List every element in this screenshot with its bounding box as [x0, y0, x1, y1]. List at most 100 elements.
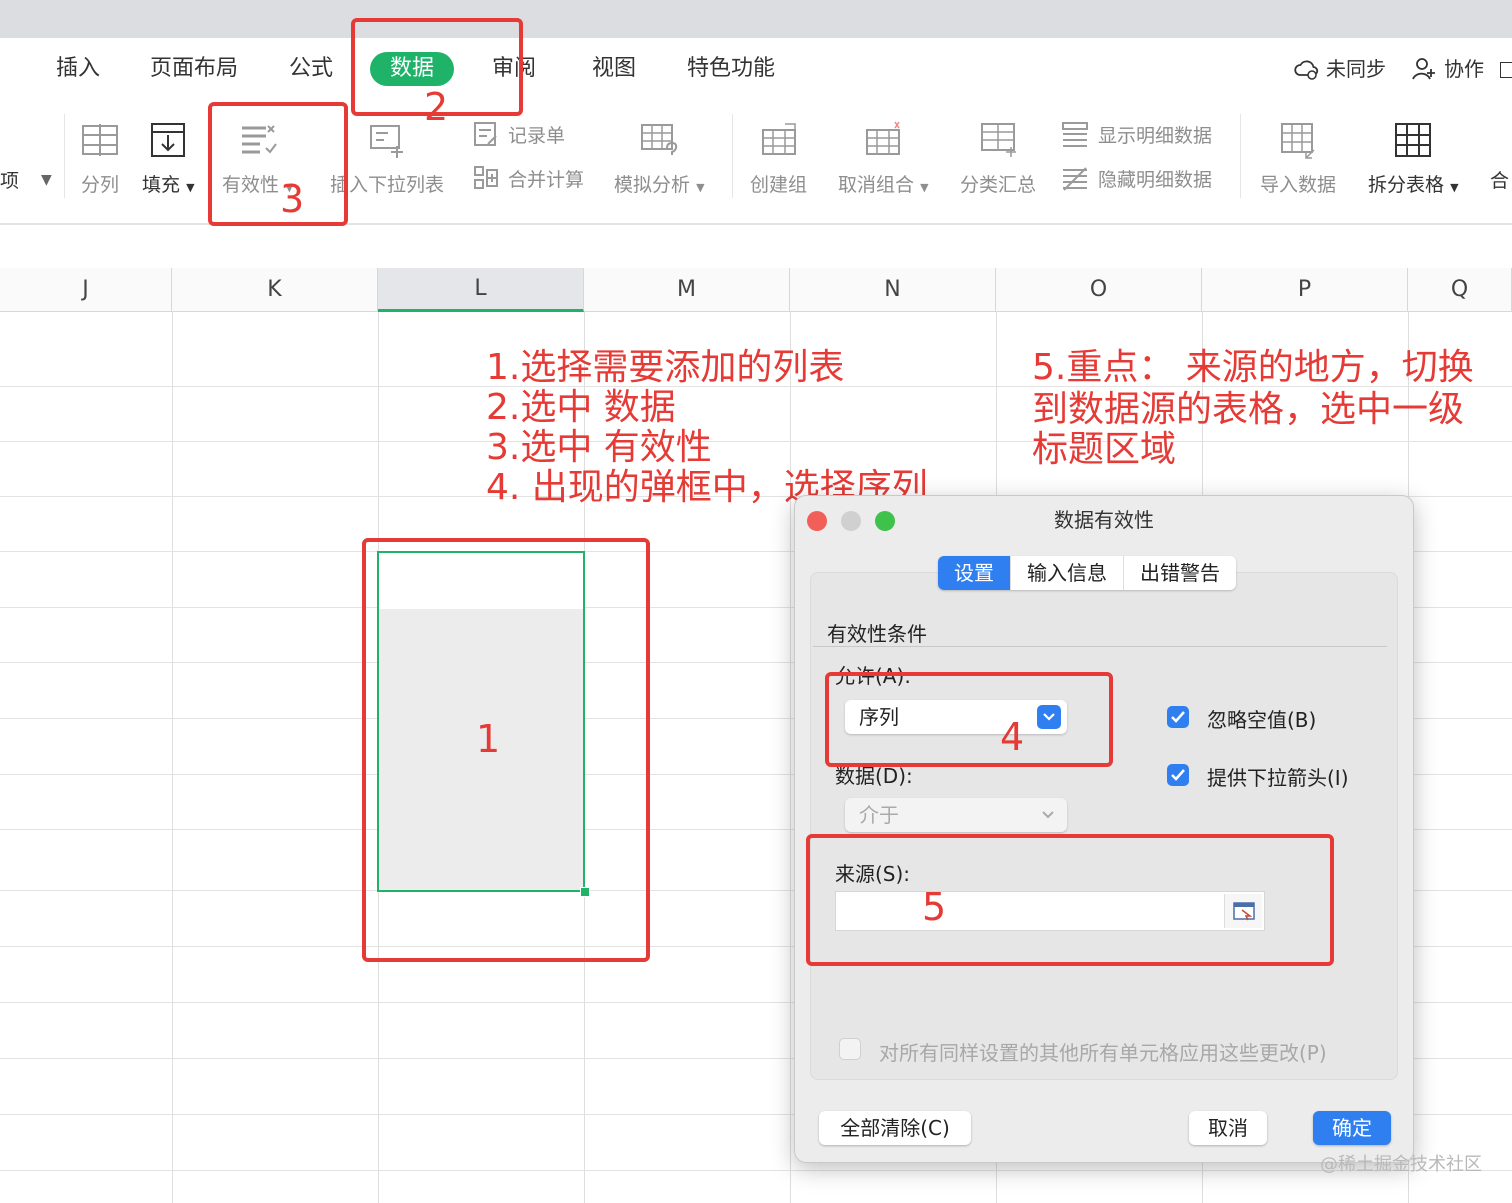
- annotation-number-4: 4: [1000, 715, 1025, 759]
- split-column-label: 分列: [80, 174, 119, 196]
- show-detail-button[interactable]: 显示明细数据: [1060, 120, 1212, 148]
- tab-input-message[interactable]: 输入信息: [1011, 556, 1124, 590]
- hide-detail-label: 隐藏明细数据: [1098, 168, 1213, 191]
- show-detail-label: 显示明细数据: [1098, 124, 1213, 147]
- annotation-box-validity: [208, 102, 348, 226]
- ribbon-item-merge[interactable]: 合: [1490, 166, 1509, 193]
- column-header-p[interactable]: P: [1202, 268, 1408, 312]
- chevron-down-icon: ▼: [920, 181, 929, 194]
- chevron-down-icon: ▼: [41, 171, 52, 188]
- column-header-j[interactable]: J: [0, 268, 172, 312]
- annotation-note-step5-line1: 5.重点： 来源的地方，切换: [1032, 347, 1474, 388]
- data-select: 介于: [845, 798, 1067, 832]
- window-top-strip: [0, 0, 1512, 38]
- subtotal-button[interactable]: 分类汇总: [960, 118, 1036, 197]
- ok-button[interactable]: 确定: [1313, 1111, 1391, 1145]
- ungroup-text: 取消组合: [838, 174, 915, 196]
- record-form-icon: [474, 122, 497, 146]
- split-column-icon: [78, 118, 122, 162]
- annotation-box-allow: [825, 672, 1113, 767]
- divider: [732, 114, 733, 198]
- tab-error-alert[interactable]: 出错警告: [1124, 556, 1236, 590]
- what-if-text: 模拟分析: [614, 174, 691, 196]
- tab-formula[interactable]: 公式: [289, 52, 333, 86]
- collab-label: 协作: [1444, 57, 1484, 81]
- chevron-down-icon: ▼: [186, 181, 195, 194]
- tab-settings[interactable]: 设置: [938, 556, 1011, 590]
- consolidate-button[interactable]: 合并计算: [472, 164, 584, 192]
- create-group-button[interactable]: 创建组: [750, 118, 807, 197]
- tab-insert[interactable]: 插入: [56, 52, 100, 86]
- consolidate-label: 合并计算: [508, 168, 585, 191]
- column-header-n[interactable]: N: [790, 268, 996, 312]
- hide-detail-button[interactable]: 隐藏明细数据: [1060, 164, 1212, 192]
- tab-view[interactable]: 视图: [592, 52, 636, 86]
- annotation-number-2: 2: [424, 85, 449, 129]
- ungroup-label: 取消组合 ▼: [838, 170, 929, 197]
- divider: [64, 114, 65, 198]
- create-group-icon: [757, 118, 801, 162]
- insert-dropdown-icon: [365, 118, 409, 162]
- collab-button[interactable]: 协作: [1410, 52, 1484, 86]
- ungroup-icon: [861, 118, 905, 162]
- user-add-icon: [1412, 58, 1435, 80]
- annotation-note-step5-line2: 到数据源的表格，选中一级: [1032, 389, 1465, 430]
- column-header-o[interactable]: O: [996, 268, 1202, 312]
- import-data-button[interactable]: 导入数据: [1260, 118, 1336, 197]
- split-table-button[interactable]: 拆分表格 ▼: [1368, 118, 1459, 197]
- annotation-note-step5-line3: 标题区域: [1032, 429, 1177, 470]
- consolidate-icon: [474, 166, 498, 189]
- checkmark-icon: [1171, 769, 1185, 781]
- clear-all-button[interactable]: 全部清除(C): [819, 1111, 971, 1145]
- column-header-m[interactable]: M: [584, 268, 790, 312]
- record-form-label: 记录单: [508, 124, 566, 147]
- annotation-number-1: 1: [476, 717, 501, 761]
- ignore-blank-label: 忽略空值(B): [1207, 708, 1317, 732]
- sync-label: 未同步: [1326, 57, 1386, 81]
- annotation-note-step1: 1.选择需要添加的列表: [486, 347, 845, 388]
- checkmark-icon: [1171, 711, 1185, 723]
- subtotal-icon: [976, 118, 1020, 162]
- column-header-l[interactable]: L: [378, 268, 584, 312]
- grid-line: [172, 312, 173, 1203]
- tab-page-layout[interactable]: 页面布局: [150, 52, 238, 86]
- annotation-note-step2: 2.选中 数据: [486, 387, 676, 428]
- ignore-blank-checkbox[interactable]: [1167, 706, 1189, 728]
- dialog-title: 数据有效性: [1054, 508, 1154, 532]
- annotation-box-source: [806, 834, 1334, 966]
- divider: [1240, 114, 1241, 198]
- grid-line: [0, 441, 1512, 442]
- split-table-label: 拆分表格 ▼: [1368, 170, 1459, 197]
- cloud-icon: [1294, 60, 1319, 80]
- ribbon-item-cut-label: 项: [0, 170, 20, 192]
- record-form-button[interactable]: 记录单: [472, 120, 565, 148]
- create-group-label: 创建组: [750, 174, 808, 196]
- watermark: @稀土掘金技术社区: [1320, 1154, 1482, 1175]
- share-icon[interactable]: [1500, 62, 1512, 78]
- chevron-down-icon: [1039, 803, 1057, 827]
- hide-detail-icon: [1063, 167, 1087, 191]
- cancel-button[interactable]: 取消: [1189, 1111, 1267, 1145]
- subtotal-label: 分类汇总: [960, 174, 1037, 196]
- validation-criteria-heading: 有效性条件: [827, 622, 927, 646]
- split-column-button[interactable]: 分列: [78, 118, 122, 197]
- chevron-down-icon: ▼: [1450, 181, 1459, 194]
- tab-special-features[interactable]: 特色功能: [687, 52, 775, 86]
- what-if-analysis-button[interactable]: 模拟分析 ▼: [614, 118, 705, 197]
- data-select-value: 介于: [859, 803, 899, 827]
- column-header-q[interactable]: Q: [1408, 268, 1512, 312]
- apply-all-label: 对所有同样设置的其他所有单元格应用这些更改(P): [879, 1041, 1327, 1065]
- fill-label: 填充 ▼: [142, 170, 195, 197]
- import-data-label: 导入数据: [1260, 174, 1337, 196]
- ribbon-item-cut[interactable]: 项 ▼: [0, 166, 52, 193]
- annotation-number-3: 3: [280, 177, 305, 221]
- fill-button[interactable]: 填充 ▼: [142, 118, 195, 197]
- dropdown-arrow-checkbox[interactable]: [1167, 764, 1189, 786]
- split-table-icon: [1391, 118, 1435, 162]
- column-header-k[interactable]: K: [172, 268, 378, 312]
- fill-text: 填充: [142, 174, 181, 196]
- sync-status[interactable]: 未同步: [1292, 52, 1386, 86]
- ungroup-button[interactable]: 取消组合 ▼: [838, 118, 929, 197]
- dialog-tab-bar: 设置 输入信息 出错警告: [938, 556, 1236, 590]
- grid-line: [790, 312, 791, 1203]
